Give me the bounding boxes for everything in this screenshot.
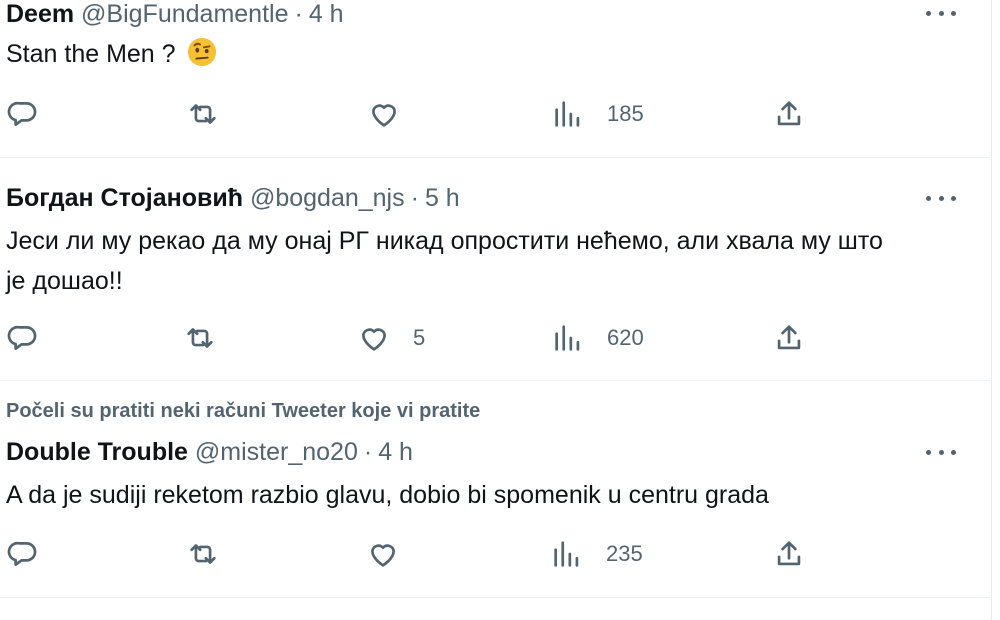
tweet-header: Deem @BigFundamentle · 4 h [6,0,344,29]
separator-dot: · [410,184,419,212]
face-with-raised-eyebrow-emoji [187,37,216,67]
tweet-text: Stan the Men ? [6,35,217,73]
more-dots-icon[interactable] [926,442,956,462]
like-heart-icon [362,328,386,351]
share-button[interactable] [772,97,806,131]
tweet-text-content: Stan the Men ? [6,40,176,68]
reply-icon [7,325,37,350]
like-count: 5 [413,325,426,350]
views-button[interactable]: 185 [551,97,644,131]
share-button[interactable] [772,321,806,355]
separator-dot: · [294,0,303,28]
tweet-header: Богдан Стојановић @bogdan_njs · 5 h [6,184,460,213]
retweet-icon [187,328,213,348]
tweet-text-line-1: Јеси ли му рекао да му онај РГ никад опр… [6,227,883,255]
retweet-icon [190,544,216,564]
tweet-divider [0,380,990,381]
reply-button[interactable] [6,537,40,571]
views-count: 185 [607,101,644,126]
timeline-right-border [991,0,992,620]
like-heart-icon [372,104,396,127]
reply-button[interactable] [6,321,40,355]
reply-icon [7,101,37,126]
share-button[interactable] [772,537,806,571]
tweet-text: A da je sudiji reketom razbio glavu, dob… [6,481,769,509]
tweet-divider [0,597,990,598]
author-name[interactable]: Богдан Стојановић [6,184,243,212]
more-dots-icon[interactable] [926,188,956,208]
like-button[interactable] [366,537,400,571]
retweet-button[interactable] [183,321,217,355]
views-button[interactable]: 620 [551,321,644,355]
like-heart-icon [371,544,395,567]
author-handle[interactable]: @BigFundamentle [81,0,288,28]
author-handle[interactable]: @mister_no20 [195,438,358,466]
author-name[interactable]: Double Trouble [6,438,188,466]
retweet-icon [190,104,216,124]
tweet-time[interactable]: 4 h [309,0,344,28]
tweet-time[interactable]: 5 h [425,184,460,212]
author-name[interactable]: Deem [6,0,74,28]
reply-icon [7,541,37,566]
views-bar-chart-icon [555,325,580,351]
views-count: 235 [606,541,643,566]
share-upload-icon [777,101,801,126]
author-handle[interactable]: @bogdan_njs [250,184,405,212]
share-upload-icon [777,541,801,566]
share-upload-icon [777,325,801,350]
like-button[interactable]: 5 [357,321,425,355]
views-button[interactable]: 235 [550,537,643,571]
retweet-button[interactable] [186,97,220,131]
separator-dot: · [363,438,373,466]
like-button[interactable] [367,97,401,131]
tweet-header: Double Trouble @mister_no20 · 4 h [6,438,413,467]
more-dots-icon[interactable] [926,3,956,23]
tweet-time[interactable]: 4 h [378,438,413,466]
tweet-divider [0,157,990,158]
views-bar-chart-icon [554,541,579,567]
social-context: Počeli su pratiti neki računi Tweeter ko… [6,400,481,422]
views-count: 620 [607,325,644,350]
views-bar-chart-icon [555,101,580,127]
reply-button[interactable] [6,97,40,131]
tweet-text-line-2: је дошао!! [6,267,123,295]
retweet-button[interactable] [186,537,220,571]
